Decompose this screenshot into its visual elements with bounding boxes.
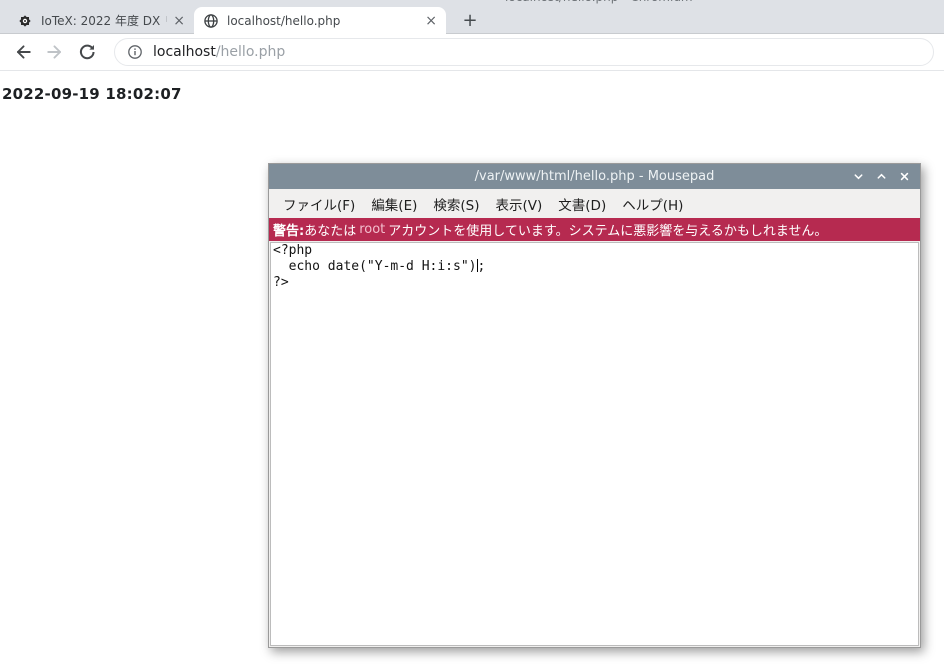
warning-root-word: root [356,222,388,237]
forward-icon [42,39,68,65]
mousepad-window-controls [853,171,920,182]
browser-toolbar: localhost/hello.php [0,34,944,71]
mousepad-titlebar[interactable]: /var/www/html/hello.php - Mousepad [269,164,920,189]
menu-edit[interactable]: 編集(E) [363,194,425,214]
globe-icon [203,13,219,29]
browser-window-title: localhost/hello.php - Chromium [505,0,735,7]
tab-close-icon[interactable]: × [173,14,185,28]
close-icon[interactable] [899,171,910,182]
warning-text: アカウントを使用しています。システムに悪影響を与えるかもしれません。 [388,220,827,239]
minimize-icon[interactable] [853,171,864,182]
tab-iotex[interactable]: IoTeX: 2022 年度 DX リ × [8,7,194,34]
menu-document[interactable]: 文書(D) [550,194,614,214]
tab-title: localhost/hello.php [227,14,419,28]
browser-window-title-text: localhost/hello.php - Chromium [505,0,735,4]
code-editor-area[interactable]: <?php echo date("Y-m-d H:i:s"); ?> [270,242,919,646]
menu-help[interactable]: ヘルプ(H) [614,194,691,214]
url-path: /hello.php [216,44,285,60]
tab-close-icon[interactable]: × [425,14,437,28]
menu-view[interactable]: 表示(V) [488,194,551,214]
tab-localhost[interactable]: localhost/hello.php × [194,7,446,34]
tab-title: IoTeX: 2022 年度 DX リ [41,12,167,29]
menu-file[interactable]: ファイル(F) [275,194,363,214]
url-host: localhost [153,44,216,60]
mousepad-window-title: /var/www/html/hello.php - Mousepad [269,169,920,184]
warning-label: 警告: [273,220,304,239]
code-line-1: <?php [273,243,916,259]
maximize-icon[interactable] [876,171,887,182]
code-line-2: echo date("Y-m-d H:i:s"); [273,259,916,275]
mousepad-window: /var/www/html/hello.php - Mousepad ファイル(… [268,163,921,648]
back-icon[interactable] [10,39,36,65]
menu-search[interactable]: 検索(S) [425,194,487,214]
new-tab-button[interactable]: + [457,9,483,33]
page-info-icon[interactable] [127,44,143,60]
mousepad-menubar: ファイル(F) 編集(E) 検索(S) 表示(V) 文書(D) ヘルプ(H) [269,189,920,218]
warning-text: あなたは [304,220,356,239]
root-warning-banner: 警告: あなたは root アカウントを使用しています。システムに悪影響を与える… [269,218,920,241]
code-line-3: ?> [273,275,916,291]
page-datetime-text: 2022-09-19 18:02:07 [2,85,182,103]
tab-strip: localhost/hello.php - Chromium IoTeX: 20… [0,0,944,34]
iotex-favicon-icon [17,13,33,29]
address-bar[interactable]: localhost/hello.php [114,38,934,66]
reload-icon[interactable] [74,39,100,65]
